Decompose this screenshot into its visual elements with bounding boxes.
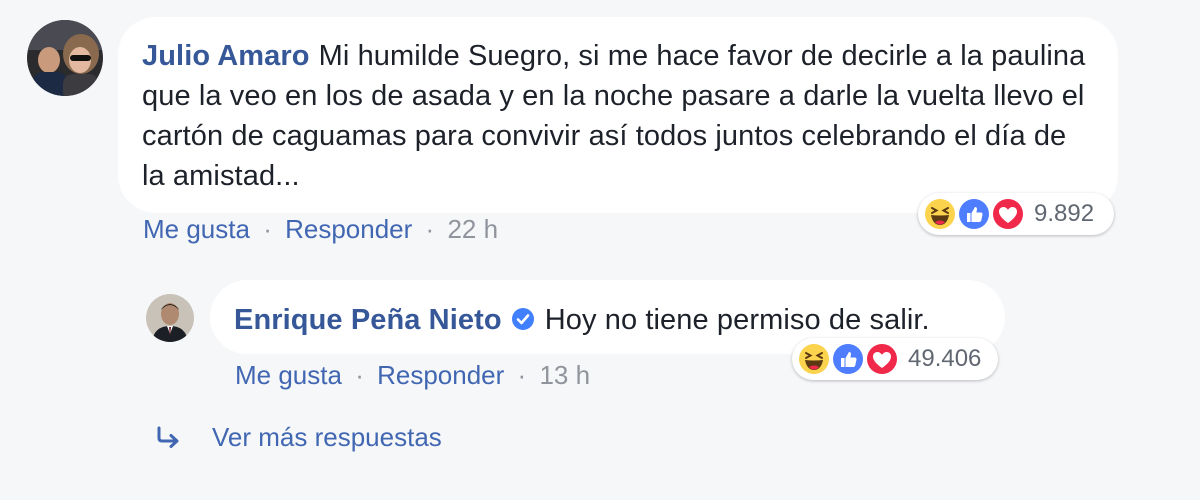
haha-icon bbox=[797, 342, 831, 376]
reply-body: Enrique Peña Nieto Hoy no tiene permiso … bbox=[234, 300, 981, 340]
separator: · bbox=[355, 360, 364, 390]
comment-author-link[interactable]: Julio Amaro bbox=[142, 40, 310, 72]
reply-author-avatar[interactable] bbox=[146, 294, 194, 342]
reactions-summary[interactable]: 49.406 bbox=[792, 338, 998, 380]
comment-body: Julio Amaro Mi humilde Suegro, si me hace… bbox=[142, 36, 1094, 196]
comment-bubble: Julio Amaro Mi humilde Suegro, si me hace… bbox=[118, 17, 1118, 213]
reply-link[interactable]: Responder bbox=[377, 360, 504, 390]
separator: · bbox=[263, 214, 272, 244]
separator: · bbox=[517, 360, 527, 390]
love-icon bbox=[991, 197, 1025, 231]
reply-author-link[interactable]: Enrique Peña Nieto bbox=[234, 304, 502, 336]
reaction-count: 9.892 bbox=[1034, 200, 1095, 227]
reaction-count: 49.406 bbox=[908, 345, 982, 372]
like-icon bbox=[831, 342, 865, 376]
reaction-icons bbox=[922, 196, 1026, 232]
like-icon bbox=[957, 197, 991, 231]
more-replies-label: Ver más respuestas bbox=[212, 422, 442, 452]
reply-actions: Me gusta · Responder · 13 h bbox=[235, 360, 590, 391]
reply-text: Hoy no tiene permiso de salir. bbox=[544, 304, 930, 336]
comment-actions: Me gusta · Responder · 22 h bbox=[143, 214, 498, 245]
more-replies-link[interactable]: Ver más respuestas bbox=[156, 422, 442, 453]
comment-timestamp[interactable]: 22 h bbox=[447, 214, 498, 244]
commenter-avatar[interactable] bbox=[27, 20, 103, 96]
like-link[interactable]: Me gusta bbox=[235, 360, 342, 390]
reply-arrow-icon bbox=[157, 426, 179, 448]
verified-badge-icon bbox=[511, 308, 534, 330]
reply-link[interactable]: Responder bbox=[285, 214, 412, 244]
avatar-photo bbox=[146, 294, 194, 342]
love-icon bbox=[865, 342, 899, 376]
like-link[interactable]: Me gusta bbox=[143, 214, 250, 244]
reply-timestamp[interactable]: 13 h bbox=[539, 360, 590, 390]
separator: · bbox=[425, 214, 435, 244]
reaction-icons bbox=[796, 341, 900, 377]
reactions-summary[interactable]: 9.892 bbox=[918, 193, 1114, 235]
avatar-photo bbox=[27, 20, 103, 96]
haha-icon bbox=[923, 197, 957, 231]
